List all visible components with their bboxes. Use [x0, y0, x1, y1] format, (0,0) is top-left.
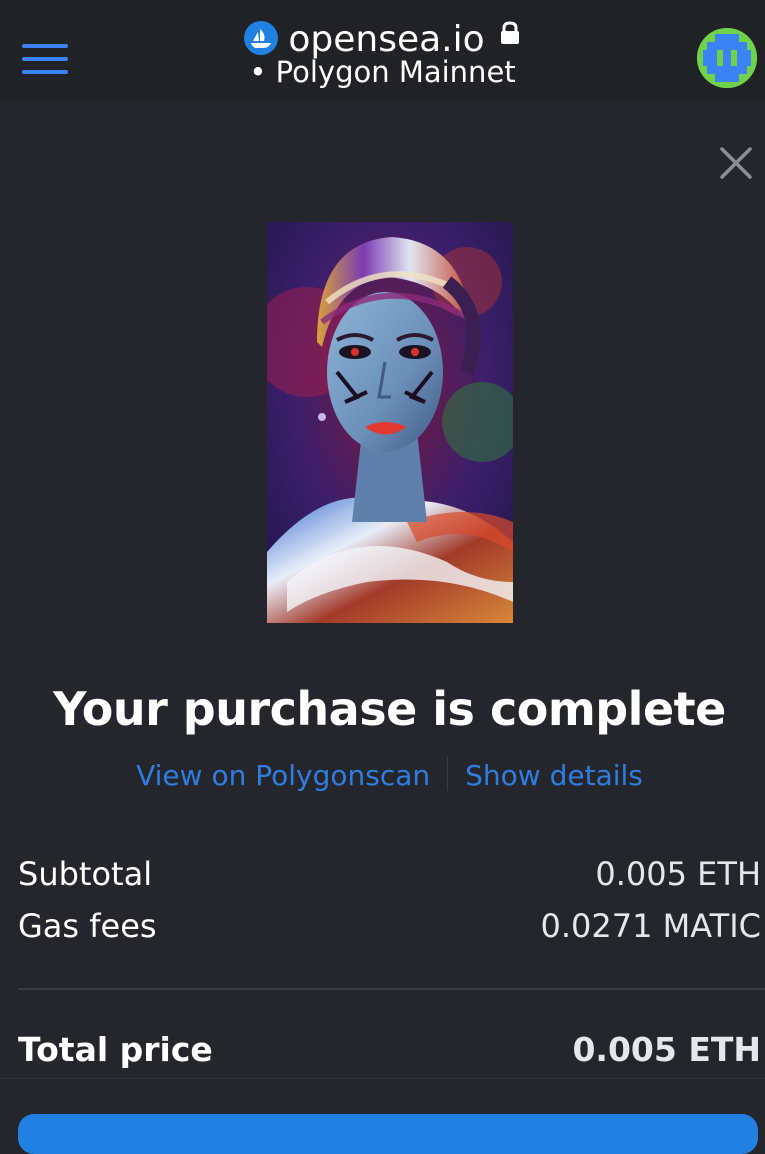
opensea-logo-icon [244, 21, 279, 55]
close-icon[interactable] [716, 143, 756, 183]
purchase-links: View on Polygonscan Show details [0, 755, 765, 797]
lock-icon [499, 12, 521, 56]
total-price-label: Total price [18, 1030, 213, 1069]
show-details-link[interactable]: Show details [465, 759, 643, 792]
pixel-avatar-icon[interactable] [697, 28, 757, 88]
gas-fees-label: Gas fees [18, 907, 157, 945]
subtotal-label: Subtotal [18, 855, 153, 893]
gas-fees-value: 0.0271 MATIC [540, 907, 761, 945]
summary-divider [18, 988, 765, 990]
bottom-divider [0, 1078, 765, 1079]
purchase-complete-title: Your purchase is complete [53, 682, 726, 736]
browser-top-bar: opensea.io • Polygon Mainnet [0, 0, 765, 100]
nft-artwork-image [267, 222, 513, 623]
primary-action-button[interactable] [18, 1114, 758, 1154]
total-price-value: 0.005 ETH [572, 1030, 761, 1069]
link-divider [447, 757, 449, 791]
subtotal-value: 0.005 ETH [595, 855, 761, 893]
view-on-polygonscan-link[interactable]: View on Polygonscan [136, 759, 430, 792]
network-label: • Polygon Mainnet [249, 55, 516, 89]
